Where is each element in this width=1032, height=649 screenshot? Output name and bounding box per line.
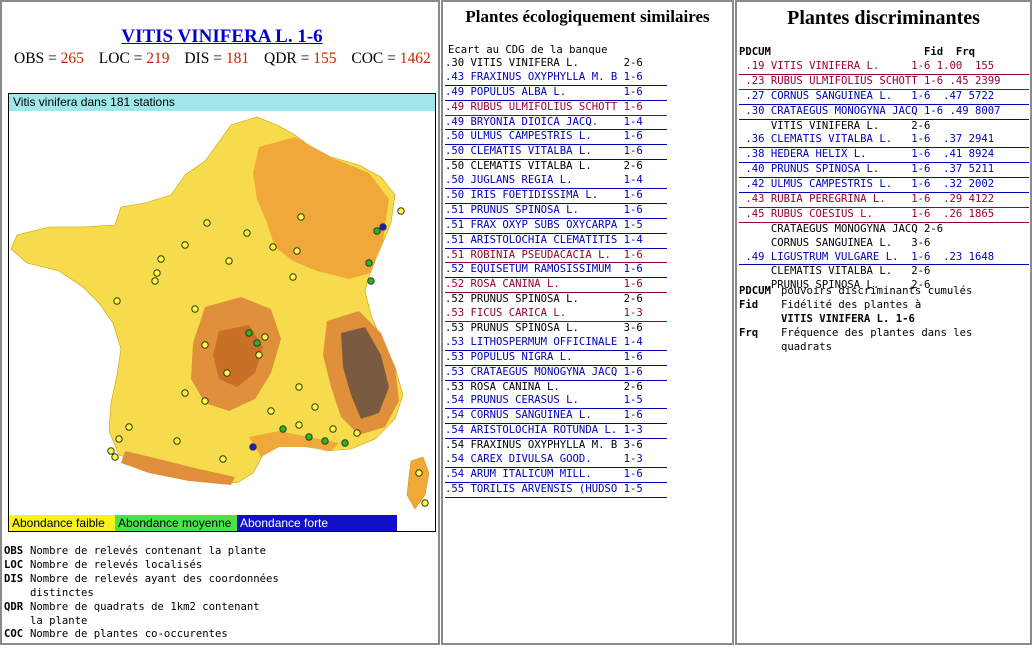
- list-item[interactable]: .54 ARUM ITALICUM MILL. 1-6: [445, 468, 667, 483]
- list-item[interactable]: .51 ROBINIA PSEUDACACIA L. 1-6: [445, 249, 667, 264]
- list-item[interactable]: .50 JUGLANS REGIA L. 1-4: [445, 174, 667, 190]
- similar-plants-panel: Plantes écologiquement similaires Ecart …: [441, 0, 734, 645]
- list-item[interactable]: .45 RUBUS COESIUS L. 1-6 .26 1865: [739, 208, 1029, 223]
- list-item[interactable]: .38 HEDERA HELIX L. 1-6 .41 8924: [739, 148, 1029, 164]
- list-item[interactable]: .53 POPULUS NIGRA L. 1-6: [445, 351, 667, 366]
- list-item: VITIS VINIFERA L. 2-6: [739, 119, 931, 132]
- discriminant-plants-list: .19 VITIS VINIFERA L. 1-6 1.00 155 .23 R…: [739, 60, 1029, 293]
- france-map-image: [9, 111, 435, 515]
- abbreviations-list: OBS Nombre de relevés contenant la plante…: [4, 545, 279, 641]
- dis-value: 181: [225, 50, 250, 67]
- list-item: CORNUS SANGUINEA L. 3-6: [739, 236, 931, 249]
- list-item: .53 ROSA CANINA L. 2-6: [445, 380, 643, 393]
- list-item[interactable]: .51 PRUNUS SPINOSA L. 1-6: [445, 204, 667, 219]
- list-item[interactable]: .43 RUBIA PEREGRINA L. 1-6 .29 4122: [739, 193, 1029, 208]
- list-item[interactable]: .49 BRYONIA DIOICA JACQ. 1-4: [445, 116, 667, 131]
- list-item[interactable]: .50 CLEMATIS VITALBA L. 1-6: [445, 145, 667, 161]
- list-item[interactable]: .53 FICUS CARICA L. 1-3: [445, 307, 667, 323]
- list-item[interactable]: .51 ARISTOLOCHIA CLEMATITIS 1-4: [445, 234, 667, 249]
- list-item[interactable]: .49 LIGUSTRUM VULGARE L. 1-6 .23 1648: [739, 251, 1029, 266]
- list-item[interactable]: .49 RUBUS ULMIFOLIUS SCHOTT 1-6: [445, 101, 667, 116]
- list-item[interactable]: .54 PRUNUS CERASUS L. 1-5: [445, 394, 667, 410]
- list-item[interactable]: .42 ULMUS CAMPESTRIS L. 1-6 .32 2002: [739, 178, 1029, 194]
- list-item[interactable]: .49 POPULUS ALBA L. 1-6: [445, 86, 667, 101]
- legend-high: Abondance forte: [237, 515, 397, 531]
- discriminant-header: PDCUM Fid Frq: [739, 46, 975, 58]
- list-item[interactable]: .54 CORNUS SANGUINEA L. 1-6: [445, 409, 667, 425]
- legend-low: Abondance faible: [9, 515, 115, 531]
- obs-value: 265: [60, 50, 84, 67]
- similar-plants-title: Plantes écologiquement similaires: [465, 7, 710, 26]
- list-item[interactable]: .50 ULMUS CAMPESTRIS L. 1-6: [445, 130, 667, 146]
- list-item[interactable]: .53 LITHOSPERMUM OFFICINALE 1-4: [445, 336, 667, 351]
- list-item[interactable]: .27 CORNUS SANGUINEA L. 1-6 .47 5722: [739, 90, 1029, 105]
- list-item[interactable]: .51 FRAX OXYP SUBS OXYCARPA 1-5: [445, 219, 667, 234]
- similar-plants-header: Ecart au CDG de la banque: [448, 44, 608, 56]
- list-item: CRATAEGUS MONOGYNA JACQ 2-6: [739, 222, 944, 235]
- legend-medium: Abondance moyenne: [115, 515, 237, 531]
- list-item: .53 PRUNUS SPINOSA L. 3-6: [445, 322, 643, 335]
- distribution-map: Vitis vinifera dans 181 stations Abondan…: [8, 93, 436, 532]
- list-item[interactable]: .52 EQUISETUM RAMOSISSIMUM 1-6: [445, 263, 667, 279]
- discriminant-plants-panel: Plantes discriminantes PDCUM Fid Frq .19…: [735, 0, 1032, 645]
- list-item[interactable]: .53 CRATAEGUS MONOGYNA JACQ 1-6: [445, 366, 667, 381]
- list-item[interactable]: .54 CAREX DIVULSA GOOD. 1-3: [445, 453, 667, 468]
- map-header: Vitis vinifera dans 181 stations: [9, 94, 435, 111]
- list-item[interactable]: .43 FRAXINUS OXYPHYLLA M. B 1-6: [445, 71, 667, 86]
- species-summary-panel: VITIS VINIFERA L. 1-6 OBS = 265 LOC = 21…: [0, 0, 440, 645]
- list-item: .30 VITIS VINIFERA L. 2-6: [445, 57, 643, 69]
- list-item: .52 PRUNUS SPINOSA L. 2-6: [445, 293, 643, 306]
- list-item[interactable]: .52 ROSA CANINA L. 1-6: [445, 278, 667, 294]
- list-item[interactable]: .54 ARISTOLOCHIA ROTUNDA L. 1-3: [445, 424, 667, 440]
- discriminant-notes: PDCUM pouvoirs discriminants cumulés Fid F…: [739, 285, 973, 353]
- qdr-value: 155: [313, 50, 337, 67]
- list-item[interactable]: .30 CRATAEGUS MONOGYNA JACQ 1-6 .49 8007: [739, 105, 1029, 120]
- stats-line: OBS = 265 LOC = 219 DIS = 181 QDR = 155 …: [14, 50, 431, 67]
- similar-plants-list: .30 VITIS VINIFERA L. 2-6 .43 FRAXINUS OX…: [445, 57, 667, 498]
- list-item[interactable]: .19 VITIS VINIFERA L. 1-6 1.00 155: [739, 60, 1029, 75]
- list-item[interactable]: .55 TORILIS ARVENSIS (HUDSO 1-5: [445, 483, 667, 498]
- list-item: .54 FRAXINUS OXYPHYLLA M. B 3-6: [445, 439, 643, 452]
- map-legend: Abondance faible Abondance moyenne Abond…: [9, 515, 435, 531]
- loc-value: 219: [146, 50, 170, 67]
- list-item[interactable]: .23 RUBUS ULMIFOLIUS SCHOTT 1-6 .45 2399: [739, 75, 1029, 90]
- list-item[interactable]: .36 CLEMATIS VITALBA L. 1-6 .37 2941: [739, 133, 1029, 149]
- coc-value: 1462: [399, 50, 431, 67]
- list-item: .50 CLEMATIS VITALBA L. 2-6: [445, 160, 643, 173]
- list-item[interactable]: .50 IRIS FOETIDISSIMA L. 1-6: [445, 189, 667, 204]
- species-title-link[interactable]: VITIS VINIFERA L. 1-6: [2, 26, 438, 48]
- list-item[interactable]: .40 PRUNUS SPINOSA L. 1-6 .37 5211: [739, 163, 1029, 179]
- discriminant-plants-title: Plantes discriminantes: [787, 7, 980, 29]
- list-item: CLEMATIS VITALBA L. 2-6: [739, 265, 931, 278]
